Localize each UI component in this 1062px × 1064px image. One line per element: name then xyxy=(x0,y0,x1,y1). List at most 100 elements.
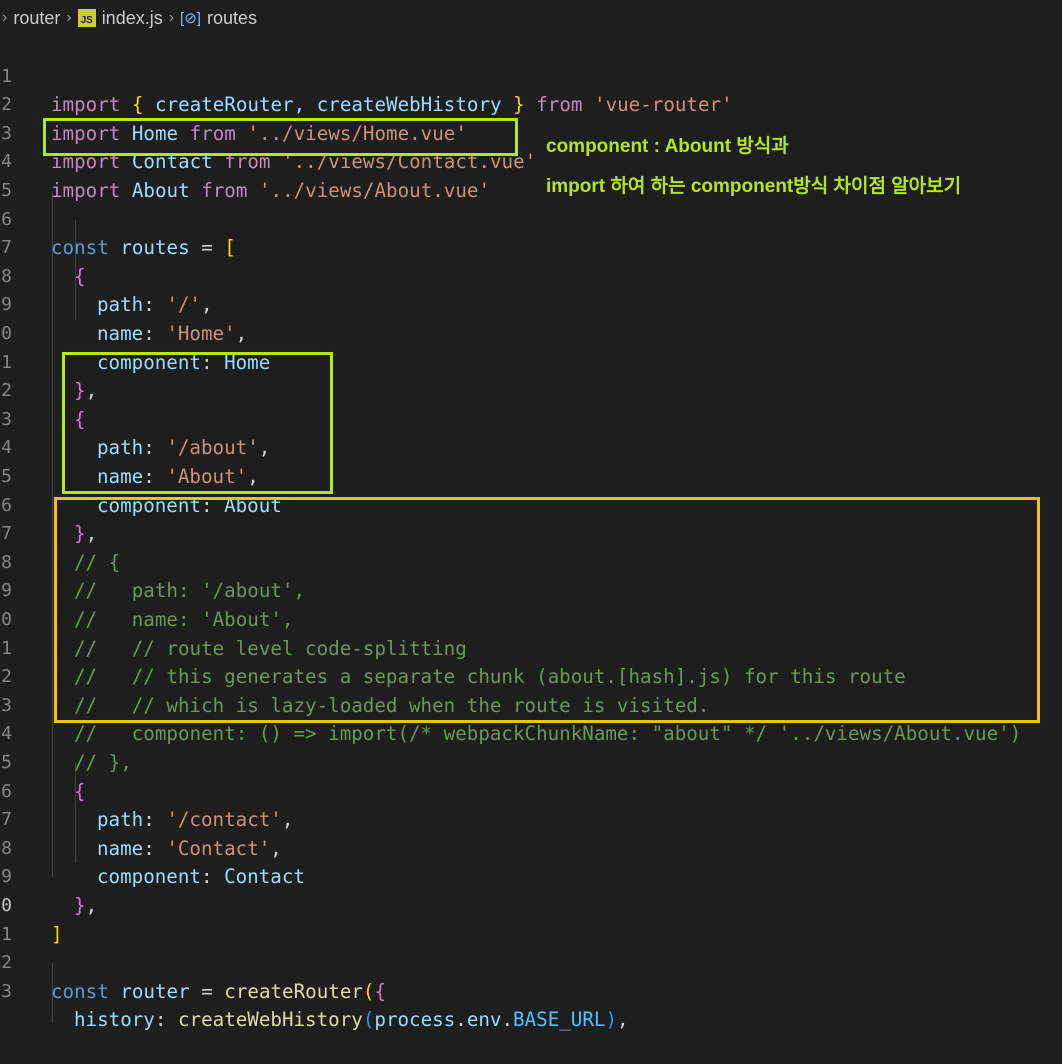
code-line: 3 // component: () => import(/* webpackC… xyxy=(0,663,1021,746)
code-text: // component: () => import(/* webpackChu… xyxy=(74,722,1022,746)
code-text: name: 'Contact', xyxy=(97,835,282,864)
code-token: 'Home' xyxy=(166,321,236,345)
code-line: 9 // name: 'About', xyxy=(0,549,293,631)
code-text: { xyxy=(74,263,86,292)
code-line: 4 name: 'About', xyxy=(0,406,259,488)
code-line: 5 { xyxy=(0,720,85,803)
code-token: : xyxy=(143,321,167,345)
code-token: , xyxy=(200,293,213,317)
code-line: 1 import { createRouter, createWebHistor… xyxy=(0,34,732,117)
code-line: 2 import Home from '../views/Home.vue' xyxy=(0,63,467,145)
code-line: 1 // // this generates a separate chunk … xyxy=(0,606,906,689)
code-line: 2 { xyxy=(0,349,85,431)
code-token: : xyxy=(143,293,167,317)
code-text: { xyxy=(74,778,86,807)
code-token: ] xyxy=(51,922,63,946)
code-line: 1 }, xyxy=(0,320,97,403)
breadcrumb-folder[interactable]: router xyxy=(13,8,60,29)
code-token: env xyxy=(466,1008,502,1032)
code-token: Contact xyxy=(224,865,305,889)
code-line: 8 path: '/', xyxy=(0,234,212,317)
code-token: from xyxy=(201,178,248,202)
code-token: . xyxy=(455,1008,467,1032)
code-line: 0 // // route level code-splitting xyxy=(0,577,467,660)
code-line: 0 component: Home xyxy=(0,291,270,374)
code-line: 5 xyxy=(0,148,46,201)
code-token: { xyxy=(131,93,144,117)
code-text: path: '/contact', xyxy=(97,806,293,835)
code-token: const xyxy=(51,236,109,260)
code-token: component xyxy=(97,865,201,889)
code-token: ( xyxy=(362,1008,375,1032)
code-token: : xyxy=(200,865,225,889)
code-line: 4 // }, xyxy=(0,692,132,774)
code-text: path: '/', xyxy=(97,291,213,320)
code-token: history xyxy=(74,1008,155,1032)
code-token: name xyxy=(97,321,144,345)
line-number: 3 xyxy=(1,980,12,1002)
code-token: process xyxy=(374,1008,456,1032)
code-line: 2 const router = createRouter({ xyxy=(0,921,386,1003)
code-line: 7 // { xyxy=(0,492,120,574)
code-token: { xyxy=(74,779,86,803)
code-token: path xyxy=(97,808,144,832)
code-line: 3 history: createWebHistory(process.env.… xyxy=(0,949,628,1032)
code-token: routes xyxy=(120,236,190,260)
code-token: '/contact' xyxy=(166,808,282,832)
code-token: About xyxy=(120,178,202,202)
code-token: [ xyxy=(224,236,236,260)
code-token: createRouter xyxy=(224,979,363,1003)
chevron-right-icon: › xyxy=(66,9,72,26)
code-token: } xyxy=(513,93,525,117)
variable-symbol-icon: [⊘] xyxy=(180,10,201,27)
code-token: , xyxy=(235,321,248,345)
code-text: history: createWebHistory(process.env.BA… xyxy=(74,1006,629,1035)
code-text: }, xyxy=(74,892,97,921)
code-line: 4 import About from '../views/About.vue' xyxy=(0,120,490,202)
code-token: path xyxy=(97,293,144,317)
code-token: ) xyxy=(605,1008,618,1032)
annotation-note-2: import 하여 하는 component방식 차이점 알아보기 xyxy=(546,176,962,197)
code-line: 8 // path: '/about', xyxy=(0,520,305,603)
code-token: BASE_URL xyxy=(513,1008,606,1032)
code-line: 6 const routes = [ xyxy=(0,177,236,260)
code-token: name xyxy=(97,836,144,860)
code-token: import xyxy=(51,178,121,202)
code-line: 8 component: Contact xyxy=(0,806,305,889)
highlight-import-about xyxy=(43,118,518,156)
code-token: from xyxy=(536,93,583,117)
code-text: import About from '../views/About.vue' xyxy=(51,177,490,206)
code-token: '/' xyxy=(166,293,201,317)
code-token: router xyxy=(120,979,190,1003)
breadcrumb-file[interactable]: index.js xyxy=(102,8,163,29)
code-line: 9 name: 'Home', xyxy=(0,263,247,345)
code-token: createRouter, createWebHistory xyxy=(143,93,514,117)
breadcrumb-symbol[interactable]: routes xyxy=(207,8,257,29)
code-line: 7 { xyxy=(0,206,85,288)
code-token: . xyxy=(501,1008,514,1032)
code-token: { xyxy=(74,264,86,288)
code-line: 9 }, xyxy=(0,835,97,917)
code-token: 'vue-router' xyxy=(594,93,733,117)
code-line: 1 xyxy=(0,892,46,945)
code-token: , xyxy=(270,836,282,860)
chevron-right-icon: › xyxy=(2,9,8,26)
code-text: ] xyxy=(51,921,63,950)
code-token: 'Contact' xyxy=(166,836,271,860)
chevron-right-icon: › xyxy=(168,9,175,26)
code-token: = xyxy=(189,236,225,260)
code-line: 5 component: About xyxy=(0,434,282,517)
javascript-file-icon: JS xyxy=(77,9,96,27)
code-line: 3 import Contact from '../views/Contact.… xyxy=(0,91,536,174)
code-token: , xyxy=(85,893,98,917)
highlight-lazy-route-comment xyxy=(54,497,1040,723)
code-token: import xyxy=(51,93,121,117)
code-token: , xyxy=(281,808,294,832)
code-token: : xyxy=(143,808,167,832)
code-token: : xyxy=(143,836,167,860)
code-text: name: 'Home', xyxy=(97,320,247,349)
code-text: const router = createRouter({ xyxy=(51,978,386,1007)
